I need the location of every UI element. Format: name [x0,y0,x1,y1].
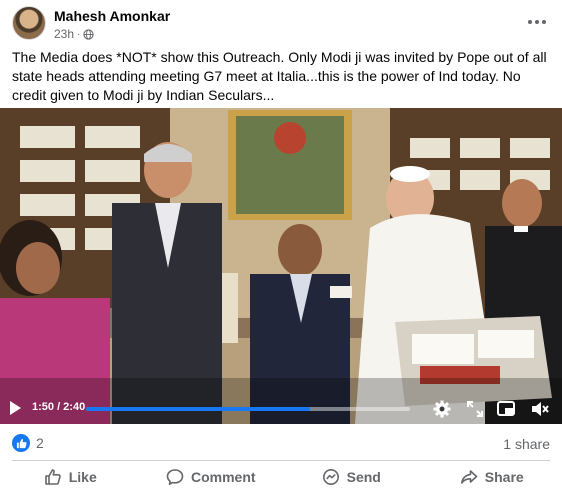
timestamp[interactable]: 23h [54,27,74,41]
author-name[interactable]: Mahesh Amonkar [54,8,170,24]
comment-button[interactable]: Comment [141,462,282,492]
video-player[interactable]: 1:50 / 2:40 [0,108,562,424]
more-options-button[interactable] [525,12,549,32]
dot-icon [535,20,539,24]
meta-separator: · [77,28,81,40]
like-reaction-icon [12,434,30,452]
globe-icon [83,28,95,40]
share-button[interactable]: Share [422,462,562,492]
share-count[interactable]: 1 share [503,436,550,452]
video-progress-fill [86,407,310,411]
divider [12,460,550,461]
send-label: Send [346,469,381,485]
share-icon [460,470,478,484]
mute-icon[interactable] [530,399,550,419]
share-label: Share [484,469,524,485]
play-icon[interactable] [8,399,22,417]
dot-icon [542,20,546,24]
settings-icon[interactable] [432,399,452,419]
reaction-count: 2 [36,435,44,451]
like-button[interactable]: Like [0,462,141,492]
video-frame [0,108,562,424]
video-controls: 1:50 / 2:40 [0,393,562,424]
avatar[interactable] [12,6,46,40]
dot-icon [528,20,532,24]
video-time: 1:50 / 2:40 [32,401,86,413]
post-header: Mahesh Amonkar 23h · [0,0,562,44]
messenger-icon [322,469,339,485]
video-progress-bar[interactable] [86,407,410,411]
fullscreen-icon[interactable] [465,399,485,419]
comment-label: Comment [190,469,256,485]
comment-icon [166,469,184,485]
reaction-summary[interactable]: 2 [12,434,44,452]
facebook-post: Mahesh Amonkar 23h · The Media does *NOT… [0,0,562,492]
like-label: Like [68,469,97,485]
post-caption: The Media does *NOT* show this Outreach.… [12,49,547,103]
pip-icon[interactable] [496,399,516,419]
post-actions: Like Comment Send Share [0,462,562,492]
like-icon [44,469,61,485]
post-meta: 23h · [54,27,95,41]
send-button[interactable]: Send [281,462,422,492]
